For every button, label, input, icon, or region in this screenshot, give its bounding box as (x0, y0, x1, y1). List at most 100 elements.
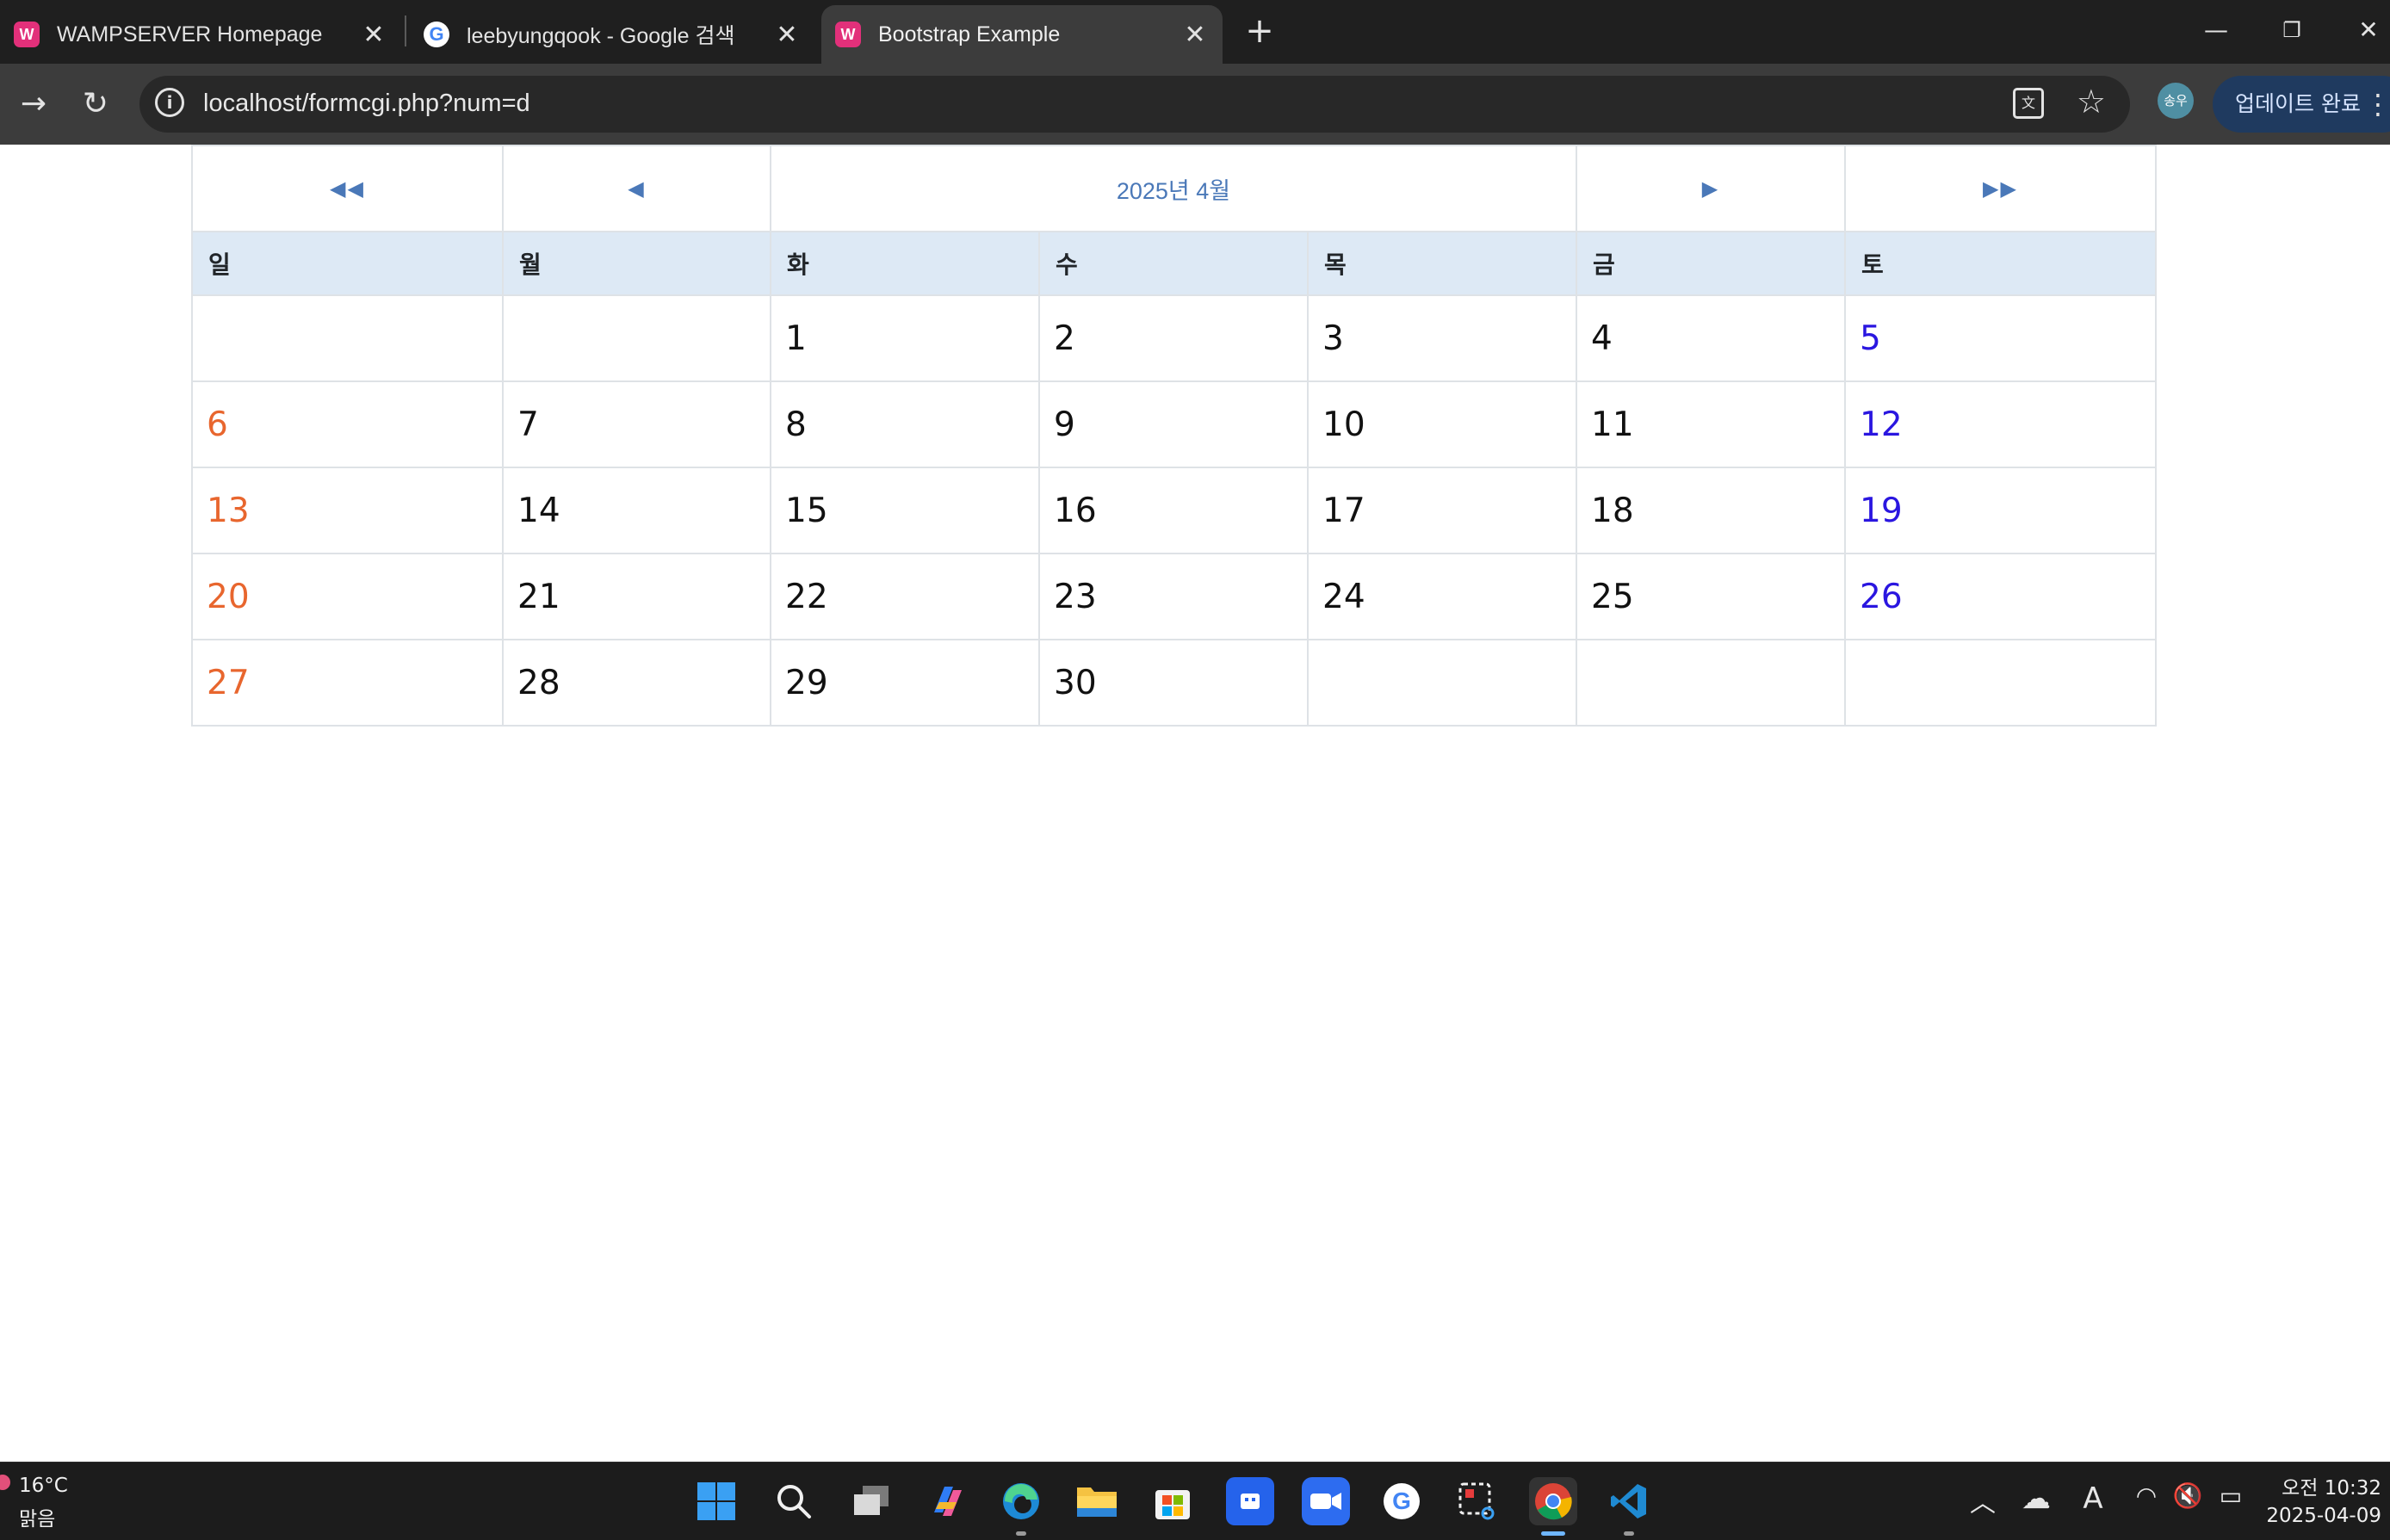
day-cell: 24 (1307, 553, 1577, 640)
address-bar[interactable]: i localhost/formcgi.php?num=d 文 ☆ (139, 76, 2130, 133)
calendar-table: ◀◀ ◀ 2025년 4월 ▶ ▶▶ 일 월 화 수 목 금 토 1 2 3 4… (191, 145, 2157, 727)
page-content: ◀◀ ◀ 2025년 4월 ▶ ▶▶ 일 월 화 수 목 금 토 1 2 3 4… (0, 145, 2390, 1462)
week-row: 6 7 8 9 10 11 12 (191, 380, 2157, 468)
day-cell: 22 (770, 553, 1040, 640)
windows-start-icon[interactable] (692, 1477, 740, 1525)
wamp-icon: W (835, 22, 861, 47)
close-window-button[interactable]: ✕ (2347, 10, 2390, 50)
microsoft-store-icon[interactable] (1149, 1477, 1197, 1525)
forward-button[interactable]: → (12, 83, 55, 126)
day-cell (1307, 639, 1577, 727)
prev-year-button[interactable]: ◀◀ (330, 176, 365, 201)
task-view-icon[interactable] (847, 1477, 895, 1525)
close-icon[interactable]: ✕ (1180, 20, 1210, 50)
new-tab-button[interactable]: + (1240, 12, 1279, 52)
month-title: 2025년 4월 (1116, 177, 1231, 204)
day-cell: 30 (1038, 639, 1309, 727)
reload-button[interactable]: ↻ (74, 83, 117, 126)
google-icon[interactable]: G (1378, 1477, 1426, 1525)
minimize-button[interactable]: — (2190, 10, 2242, 50)
weekday-wed: 수 (1038, 231, 1309, 296)
day-cell: 17 (1307, 467, 1577, 554)
profile-avatar[interactable]: 송우 (2158, 83, 2194, 119)
prev-month-button[interactable]: ◀ (628, 176, 645, 201)
next-year-button[interactable]: ▶▶ (1983, 176, 2018, 201)
taskbar: 16°C 맑음 G ︿ ☁ A ◠ 🔇 ▭ 오전 10:32 2025-04-0… (0, 1462, 2390, 1540)
snipping-tool-icon[interactable] (1453, 1477, 1501, 1525)
app-blue-icon[interactable] (1226, 1477, 1274, 1525)
restore-button[interactable]: ❐ (2266, 10, 2318, 50)
day-cell: 10 (1307, 380, 1577, 468)
next-year-cell: ▶▶ (1844, 145, 2157, 232)
weekday-mon: 월 (502, 231, 771, 296)
day-cell: 2 (1038, 294, 1309, 382)
google-icon: G (424, 22, 449, 47)
tab-strip: W WAMPSERVER Homepage ✕ G leebyungqook -… (0, 0, 2390, 64)
system-clock[interactable]: 오전 10:32 2025-04-09 (2256, 1475, 2381, 1530)
day-cell: 20 (191, 553, 504, 640)
volume-muted-icon[interactable]: 🔇 (2166, 1481, 2209, 1510)
browser-toolbar: → ↻ i localhost/formcgi.php?num=d 文 ☆ 송우… (0, 64, 2390, 145)
close-icon[interactable]: ✕ (771, 20, 802, 50)
day-cell: 15 (770, 467, 1040, 554)
svg-text:G: G (1392, 1487, 1411, 1514)
app-running-indicator (1624, 1531, 1634, 1536)
app-running-indicator (1016, 1531, 1026, 1536)
day-cell: 13 (191, 467, 504, 554)
day-cell: 6 (191, 380, 504, 468)
week-row: 1 2 3 4 5 (191, 294, 2157, 382)
day-cell: 25 (1576, 553, 1846, 640)
day-cell: 23 (1038, 553, 1309, 640)
day-cell: 4 (1576, 294, 1846, 382)
weather-condition: 맑음 (19, 1508, 56, 1531)
ime-mode-icon[interactable]: A (2071, 1481, 2114, 1516)
day-cell: 9 (1038, 380, 1309, 468)
day-cell: 1 (770, 294, 1040, 382)
day-cell (502, 294, 771, 382)
day-cell: 27 (191, 639, 504, 727)
weekday-fri: 금 (1576, 231, 1846, 296)
chrome-icon[interactable] (1529, 1477, 1577, 1525)
translate-icon[interactable]: 文 (2013, 88, 2044, 119)
day-cell: 18 (1576, 467, 1846, 554)
copilot-icon[interactable] (923, 1477, 971, 1525)
site-info-icon[interactable]: i (155, 88, 184, 117)
day-cell: 16 (1038, 467, 1309, 554)
next-month-button[interactable]: ▶ (1702, 176, 1719, 201)
battery-icon[interactable]: ▭ (2209, 1481, 2252, 1510)
weekday-sun: 일 (191, 231, 504, 296)
day-cell: 21 (502, 553, 771, 640)
day-cell: 7 (502, 380, 771, 468)
menu-dots-icon[interactable]: ⋮ (2364, 76, 2390, 133)
day-cell (1576, 639, 1846, 727)
prev-month-cell: ◀ (502, 145, 771, 232)
chevron-up-icon[interactable]: ︿ (1961, 1481, 2004, 1519)
bookmark-star-icon[interactable]: ☆ (2077, 83, 2106, 121)
weekday-sat: 토 (1844, 231, 2157, 296)
update-button[interactable]: 업데이트 완료 ⋮ (2213, 76, 2390, 133)
calendar-nav-row: ◀◀ ◀ 2025년 4월 ▶ ▶▶ (191, 145, 2157, 232)
prev-year-cell: ◀◀ (191, 145, 504, 232)
day-cell: 3 (1307, 294, 1577, 382)
tab-bootstrap-example[interactable]: W Bootstrap Example ✕ (821, 5, 1223, 64)
day-cell: 19 (1844, 467, 2157, 554)
vscode-icon[interactable] (1605, 1477, 1653, 1525)
wifi-icon[interactable]: ◠ (2125, 1481, 2168, 1510)
day-cell: 14 (502, 467, 771, 554)
tab-title: Bootstrap Example (878, 22, 1061, 46)
edge-icon[interactable] (997, 1477, 1045, 1525)
day-cell (1844, 639, 2157, 727)
file-explorer-icon[interactable] (1073, 1477, 1121, 1525)
zoom-icon[interactable] (1302, 1477, 1350, 1525)
next-month-cell: ▶ (1576, 145, 1846, 232)
update-label: 업데이트 완료 (2235, 91, 2361, 116)
close-icon[interactable]: ✕ (358, 20, 389, 50)
onedrive-offline-icon[interactable]: ☁ (2015, 1481, 2058, 1516)
week-row: 20 21 22 23 24 25 26 (191, 553, 2157, 640)
day-cell: 12 (1844, 380, 2157, 468)
url-text[interactable]: localhost/formcgi.php?num=d (203, 90, 530, 118)
tab-wampserver[interactable]: W WAMPSERVER Homepage ✕ (0, 5, 401, 64)
weather-temp: 16°C (19, 1475, 68, 1497)
search-icon[interactable] (770, 1477, 818, 1525)
tab-google-search[interactable]: G leebyungqook - Google 검색 ✕ (410, 5, 814, 64)
